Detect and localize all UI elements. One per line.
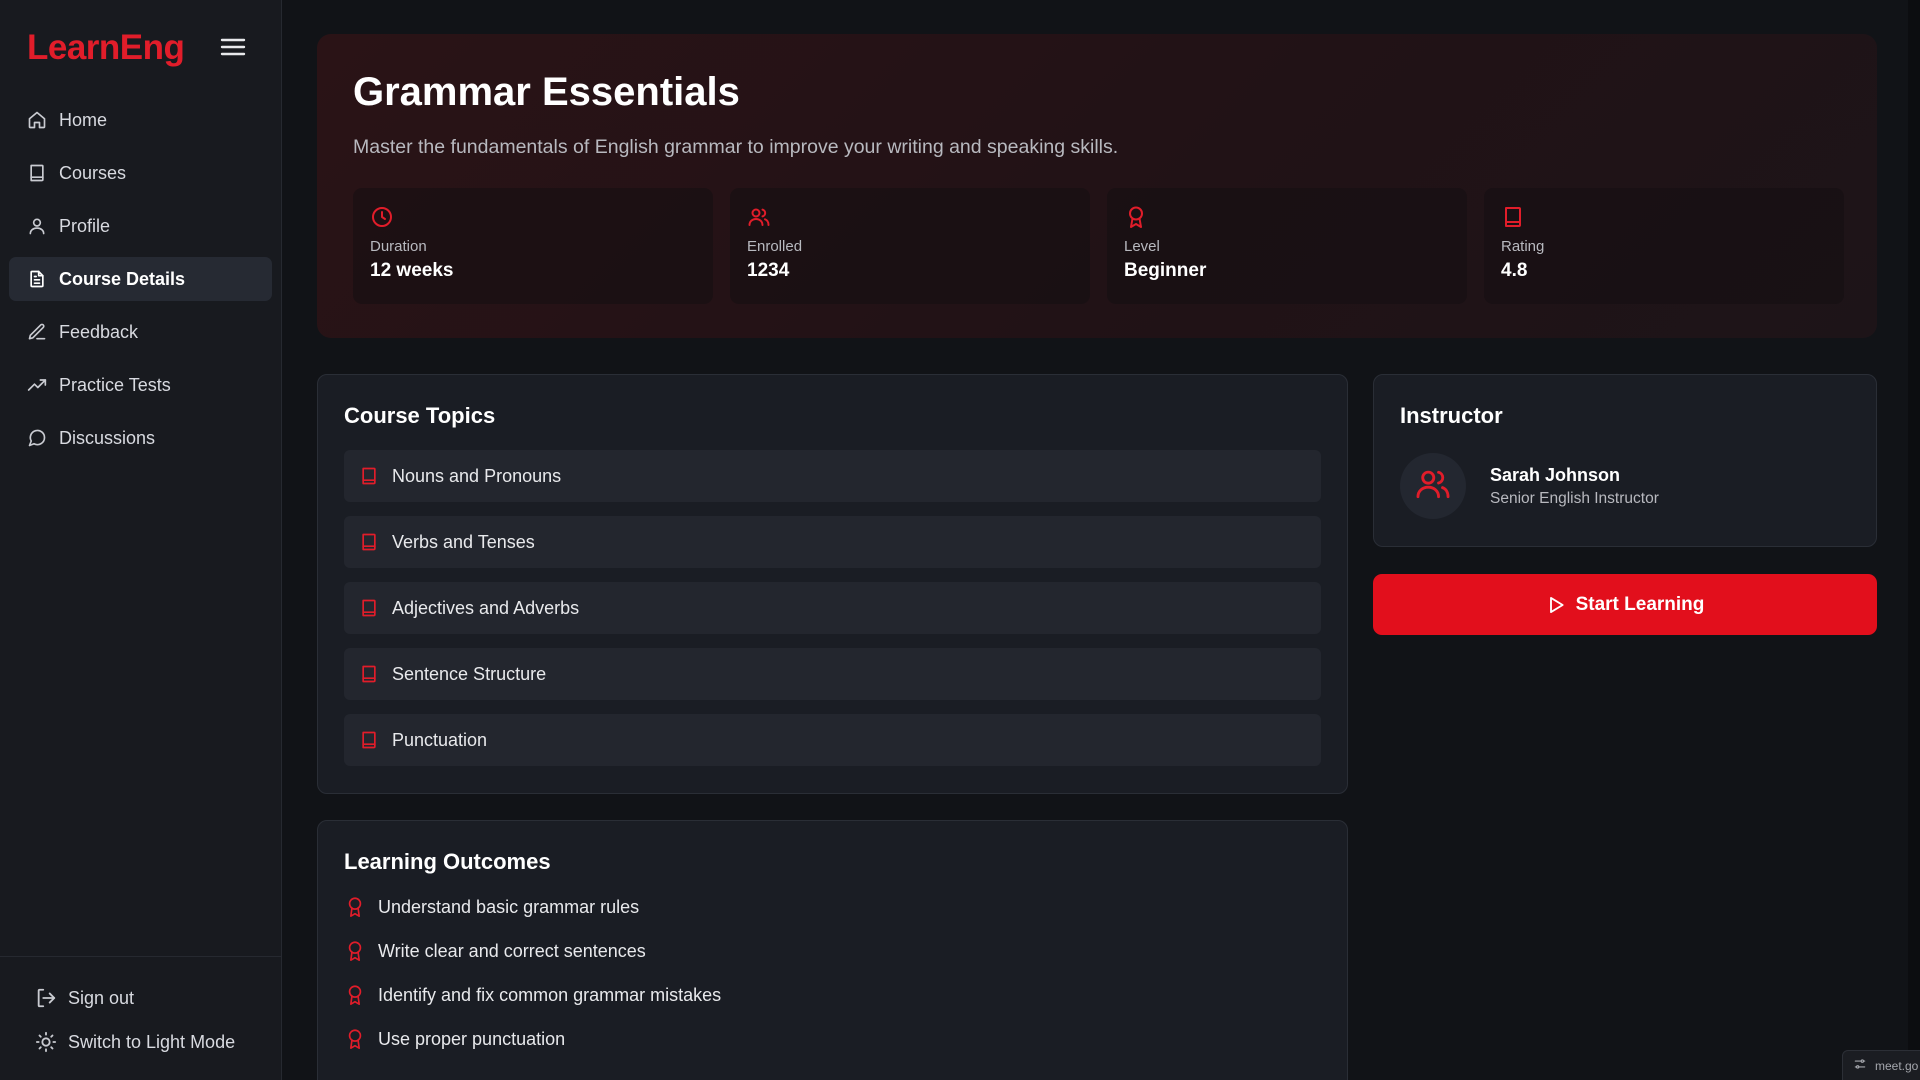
menu-icon[interactable] bbox=[220, 36, 246, 58]
meeting-indicator-label: meet.go bbox=[1875, 1059, 1919, 1073]
clock-icon bbox=[370, 205, 394, 229]
sidebar-item-label: Discussions bbox=[59, 427, 156, 448]
stat-value: 1234 bbox=[747, 260, 790, 281]
brand-row: LearnEng bbox=[27, 28, 247, 68]
course-stats: Duration 12 weeks Enrolled 1234 Level Be… bbox=[353, 188, 1844, 304]
avatar bbox=[1400, 453, 1466, 519]
page-scrollbar[interactable] bbox=[1908, 0, 1920, 1080]
topic-item[interactable]: Sentence Structure bbox=[344, 648, 1321, 700]
sidebar-item-courses[interactable]: Courses bbox=[9, 151, 272, 195]
outcome-item: Identify and fix common grammar mistakes bbox=[344, 980, 721, 1010]
topic-label: Sentence Structure bbox=[392, 663, 547, 684]
theme-toggle-button[interactable]: Switch to Light Mode bbox=[35, 1029, 235, 1055]
course-hero: Grammar Essentials Master the fundamenta… bbox=[317, 34, 1877, 338]
sidebar: LearnEng Home Courses Profile Course Det… bbox=[0, 0, 282, 1080]
book-icon bbox=[1501, 205, 1525, 229]
sidebar-footer: Sign out Switch to Light Mode bbox=[0, 956, 282, 1080]
instructor-card: Instructor Sarah Johnson Senior English … bbox=[1373, 374, 1877, 547]
topic-label: Punctuation bbox=[392, 729, 488, 750]
sidebar-item-discussions[interactable]: Discussions bbox=[9, 416, 272, 460]
sidebar-item-label: Profile bbox=[59, 215, 111, 236]
chat-bubble-icon bbox=[27, 428, 47, 448]
outcome-label: Identify and fix common grammar mistakes bbox=[378, 984, 722, 1005]
sidebar-item-home[interactable]: Home bbox=[9, 98, 272, 142]
topic-item[interactable]: Nouns and Pronouns bbox=[344, 450, 1321, 502]
brand-logo[interactable]: LearnEng bbox=[27, 28, 185, 68]
home-icon bbox=[27, 110, 47, 130]
stat-value: 4.8 bbox=[1501, 260, 1528, 281]
stat-enrolled: Enrolled 1234 bbox=[730, 188, 1090, 304]
stat-value: Beginner bbox=[1124, 260, 1207, 281]
book-icon bbox=[358, 663, 380, 685]
award-icon bbox=[344, 938, 366, 964]
topic-label: Adjectives and Adverbs bbox=[392, 597, 580, 618]
book-icon bbox=[27, 163, 47, 183]
topic-item[interactable]: Verbs and Tenses bbox=[344, 516, 1321, 568]
book-icon bbox=[358, 729, 380, 751]
document-icon bbox=[27, 269, 47, 289]
outcome-item: Understand basic grammar rules bbox=[344, 892, 639, 922]
trending-up-icon bbox=[27, 375, 47, 395]
outcome-label: Use proper punctuation bbox=[378, 1028, 566, 1049]
outcome-label: Write clear and correct sentences bbox=[378, 940, 646, 961]
award-icon bbox=[344, 1026, 366, 1052]
theme-toggle-label: Switch to Light Mode bbox=[68, 1031, 236, 1052]
sidebar-item-label: Feedback bbox=[59, 321, 139, 342]
learning-outcomes-heading: Learning Outcomes bbox=[344, 849, 551, 874]
instructor-title: Senior English Instructor bbox=[1490, 490, 1659, 507]
instructor-heading: Instructor bbox=[1400, 403, 1503, 428]
start-learning-button[interactable]: Start Learning bbox=[1373, 574, 1877, 635]
stat-value: 12 weeks bbox=[370, 260, 454, 281]
sign-out-label: Sign out bbox=[68, 987, 135, 1008]
topic-item[interactable]: Punctuation bbox=[344, 714, 1321, 766]
award-icon bbox=[344, 982, 366, 1008]
instructor-name: Sarah Johnson bbox=[1490, 465, 1621, 485]
topic-label: Verbs and Tenses bbox=[392, 531, 535, 552]
course-topics-card: Course Topics Nouns and Pronouns Verbs a… bbox=[317, 374, 1348, 794]
meeting-indicator[interactable]: meet.go bbox=[1842, 1050, 1920, 1080]
course-title: Grammar Essentials bbox=[353, 70, 740, 114]
sidebar-item-label: Home bbox=[59, 109, 108, 130]
outcome-label: Understand basic grammar rules bbox=[378, 896, 640, 917]
sidebar-item-feedback[interactable]: Feedback bbox=[9, 310, 272, 354]
users-icon bbox=[747, 205, 771, 229]
stat-rating: Rating 4.8 bbox=[1484, 188, 1844, 304]
stat-label: Rating bbox=[1501, 238, 1545, 255]
stat-duration: Duration 12 weeks bbox=[353, 188, 713, 304]
outcome-item: Use proper punctuation bbox=[344, 1024, 565, 1054]
user-icon bbox=[27, 216, 47, 236]
sidebar-item-label: Course Details bbox=[59, 268, 186, 289]
award-icon bbox=[1124, 205, 1148, 229]
sidebar-item-course-details[interactable]: Course Details bbox=[9, 257, 272, 301]
topic-label: Nouns and Pronouns bbox=[392, 465, 562, 486]
sidebar-item-profile[interactable]: Profile bbox=[9, 204, 272, 248]
sliders-icon bbox=[1853, 1057, 1867, 1076]
stat-label: Level bbox=[1124, 238, 1160, 255]
logout-icon bbox=[35, 987, 57, 1009]
stat-label: Enrolled bbox=[747, 238, 803, 255]
stat-level: Level Beginner bbox=[1107, 188, 1467, 304]
sign-out-button[interactable]: Sign out bbox=[35, 985, 134, 1011]
app-root: LearnEng Home Courses Profile Course Det… bbox=[0, 0, 1920, 1080]
book-icon bbox=[358, 531, 380, 553]
sidebar-item-label: Practice Tests bbox=[59, 374, 171, 395]
sidebar-nav: Home Courses Profile Course Details Feed… bbox=[9, 98, 272, 469]
users-icon bbox=[1414, 465, 1452, 508]
sidebar-item-practice-tests[interactable]: Practice Tests bbox=[9, 363, 272, 407]
book-icon bbox=[358, 597, 380, 619]
stat-label: Duration bbox=[370, 238, 427, 255]
topic-item[interactable]: Adjectives and Adverbs bbox=[344, 582, 1321, 634]
sun-icon bbox=[35, 1031, 57, 1053]
sidebar-item-label: Courses bbox=[59, 162, 127, 183]
award-icon bbox=[344, 894, 366, 920]
start-learning-label: Start Learning bbox=[1575, 593, 1705, 615]
course-description: Master the fundamentals of English gramm… bbox=[353, 136, 1119, 158]
pen-icon bbox=[27, 322, 47, 342]
course-topics-heading: Course Topics bbox=[344, 403, 496, 428]
play-icon bbox=[1546, 595, 1566, 615]
outcome-item: Write clear and correct sentences bbox=[344, 936, 646, 966]
learning-outcomes-card: Learning Outcomes Understand basic gramm… bbox=[317, 820, 1348, 1080]
book-icon bbox=[358, 465, 380, 487]
